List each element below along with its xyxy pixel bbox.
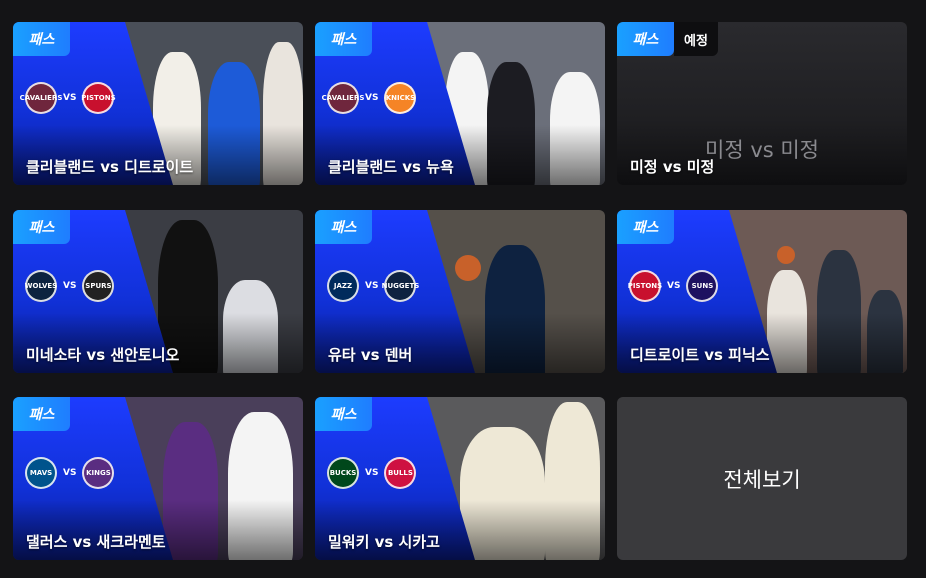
vs-label: VS <box>667 281 681 291</box>
bulls-logo-icon: BULLS <box>384 457 417 489</box>
game-title: 미정 vs 미정 <box>630 158 715 176</box>
game-card-tbd[interactable]: 패스 예정 미정 vs 미정 미정 vs 미정 <box>617 22 907 185</box>
pass-badge: 패스 <box>617 210 674 244</box>
view-all-label: 전체보기 <box>723 467 801 492</box>
pass-badge: 패스 <box>13 22 70 56</box>
game-grid: 패스 CAVALIERS VS PISTONS 클리블랜드 vs 디트로이트 패… <box>13 22 909 562</box>
game-title: 미네소타 vs 샌안토니오 <box>26 346 180 364</box>
knicks-logo-icon: KNICKS <box>384 82 417 114</box>
game-card-dal-sac[interactable]: 패스 MAVS VS KINGS 댈러스 vs 새크라멘토 <box>13 397 303 560</box>
pass-badge: 패스 <box>315 397 372 431</box>
team-logos: PISTONS VS SUNS <box>628 270 719 302</box>
game-card-min-sas[interactable]: 패스 WOLVES VS SPURS 미네소타 vs 샌안토니오 <box>13 210 303 373</box>
spurs-logo-icon: SPURS <box>82 270 115 302</box>
pistons-logo-icon: PISTONS <box>628 270 662 302</box>
timberwolves-logo-icon: WOLVES <box>25 270 57 302</box>
game-title: 디트로이트 vs 피닉스 <box>630 346 770 364</box>
pass-badge: 패스 <box>315 22 372 56</box>
game-title: 밀워키 vs 시카고 <box>328 533 440 551</box>
team-logos: CAVALIERS VS PISTONS <box>20 82 116 114</box>
vs-label: VS <box>365 93 379 103</box>
game-title: 유타 vs 덴버 <box>328 346 413 364</box>
pistons-logo-icon: PISTONS <box>81 82 116 114</box>
cavaliers-logo-icon: CAVALIERS <box>20 82 62 114</box>
vs-label: VS <box>63 281 77 291</box>
game-title: 클리블랜드 vs 디트로이트 <box>26 158 194 176</box>
vs-label: VS <box>365 468 379 478</box>
vs-label: VS <box>63 468 77 478</box>
jazz-logo-icon: JAZZ <box>327 270 359 302</box>
kings-logo-icon: KINGS <box>82 457 115 489</box>
game-card-det-phx[interactable]: 패스 PISTONS VS SUNS 디트로이트 vs 피닉스 <box>617 210 907 373</box>
scheduled-badge: 예정 <box>674 22 718 56</box>
pass-badge: 패스 <box>13 210 70 244</box>
vs-label: VS <box>365 281 379 291</box>
team-logos: WOLVES VS SPURS <box>25 270 115 302</box>
pass-badge: 패스 <box>13 397 70 431</box>
pass-badge: 패스 <box>617 22 674 56</box>
view-all-button[interactable]: 전체보기 <box>617 397 907 560</box>
nuggets-logo-icon: NUGGETS <box>382 270 419 302</box>
game-card-mil-chi[interactable]: 패스 BUCKS VS BULLS 밀워키 vs 시카고 <box>315 397 605 560</box>
team-logos: BUCKS VS BULLS <box>327 457 417 489</box>
mavericks-logo-icon: MAVS <box>25 457 57 489</box>
bucks-logo-icon: BUCKS <box>327 457 359 489</box>
team-logos: CAVALIERS VS KNICKS <box>322 82 417 114</box>
game-card-uta-den[interactable]: 패스 JAZZ VS NUGGETS 유타 vs 덴버 <box>315 210 605 373</box>
suns-logo-icon: SUNS <box>686 270 719 302</box>
game-card-cle-nyk[interactable]: 패스 CAVALIERS VS KNICKS 클리블랜드 vs 뉴욕 <box>315 22 605 185</box>
pass-badge: 패스 <box>315 210 372 244</box>
game-card-cle-det[interactable]: 패스 CAVALIERS VS PISTONS 클리블랜드 vs 디트로이트 <box>13 22 303 185</box>
team-logos: MAVS VS KINGS <box>25 457 115 489</box>
cavaliers-logo-icon: CAVALIERS <box>322 82 364 114</box>
vs-label: VS <box>63 93 77 103</box>
team-logos: JAZZ VS NUGGETS <box>327 270 419 302</box>
game-title: 클리블랜드 vs 뉴욕 <box>328 158 454 176</box>
game-title: 댈러스 vs 새크라멘토 <box>26 533 166 551</box>
